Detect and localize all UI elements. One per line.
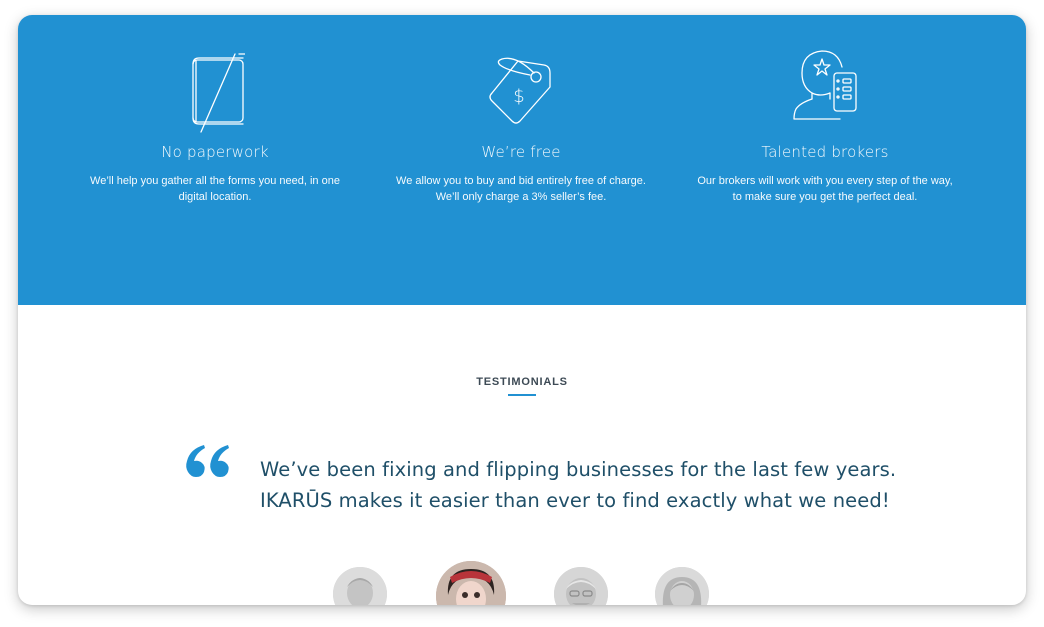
feature-free: $ We’re free We allow you to buy and bid… [391,15,651,203]
avatar[interactable] [655,567,709,605]
quote-line: We’ve been fixing and flipping businesse… [260,458,897,481]
page-card: No paperwork We’ll help you gather all t… [18,15,1026,605]
feature-title: Talented brokers [761,143,889,161]
person-avatar-icon [655,567,709,605]
heading-underline [508,394,536,396]
feature-talented-brokers: Talented brokers Our brokers will work w… [695,15,955,203]
feature-no-paperwork: No paperwork We’ll help you gather all t… [85,15,345,203]
feature-description: Our brokers will work with you every ste… [697,175,953,203]
broker-icon [793,50,857,120]
svg-text:$: $ [513,86,524,107]
features-section: No paperwork We’ll help you gather all t… [18,15,1026,305]
testimonials-heading: TESTIMONIALS [476,376,568,388]
price-tag-icon: $ [489,57,551,124]
testimonial-quote: We’ve been fixing and flipping businesse… [260,454,940,516]
feature-title: No paperwork [161,143,269,161]
person-avatar-icon [554,567,608,605]
avatar[interactable] [554,567,608,605]
quote-line: IKARŪS makes it easier than ever to find… [260,489,890,512]
feature-description: We’ll help you gather all the forms you … [90,175,340,203]
feature-description: We allow you to buy and bid entirely fre… [396,175,646,203]
person-avatar-icon [333,567,387,605]
person-avatar-icon [436,561,506,605]
feature-title: We’re free [481,143,561,161]
quote-mark-icon [186,445,229,477]
book-icon [192,53,245,133]
avatar[interactable] [436,561,506,605]
testimonials-section: TESTIMONIALS We’ve been fixing and flipp… [18,305,1026,605]
avatar[interactable] [333,567,387,605]
